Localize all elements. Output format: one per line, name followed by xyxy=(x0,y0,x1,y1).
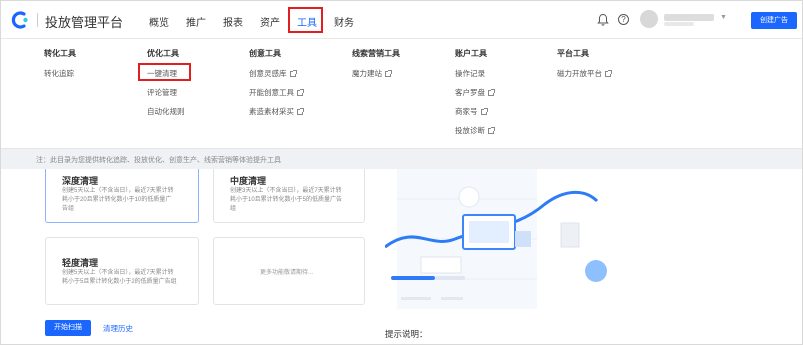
nav-promotion[interactable]: 推广 xyxy=(186,14,206,29)
menu-item-label: 磁力开放平台 xyxy=(557,69,602,78)
external-link-icon xyxy=(297,88,304,96)
brand-divider xyxy=(37,13,38,27)
card-title: 深度清理 xyxy=(62,176,99,186)
menu-item-label: 客户罗盘 xyxy=(455,88,485,97)
external-link-icon xyxy=(297,107,304,115)
menu-item-label: 素造素材采买 xyxy=(249,107,294,116)
card-desc: 创建5天以上（不含当日），最近7天累计转耗小于20且累计转化数小于10的低质量广… xyxy=(62,188,174,212)
column-heading: 创意工具 xyxy=(249,49,281,58)
menu-item-comment-management[interactable]: 评论管理 xyxy=(147,88,185,97)
card-desc: 创建3天以上（不含当日），最近7天累计转耗小于10且累计转化数小于5的低质量广告… xyxy=(230,188,343,212)
card-title: 轻度清理 xyxy=(62,258,99,268)
card-desc: 创建5天以上（不含当日），最近7天累计转耗小于5且累计转化数小于2的低质量广告组 xyxy=(62,270,177,285)
column-heading: 平台工具 xyxy=(557,49,589,58)
tips-heading: 提示说明： xyxy=(385,329,428,339)
external-link-icon xyxy=(480,107,488,115)
menu-item-open-platform[interactable]: 磁力开放平台 xyxy=(557,69,612,78)
menu-item-operation-log[interactable]: 操作记录 xyxy=(455,69,494,78)
start-scan-button[interactable]: 开始扫描 xyxy=(45,320,91,336)
column-heading: 账户工具 xyxy=(455,49,487,58)
menu-item-label: 商家号 xyxy=(455,107,478,116)
menu-item-material-purchase[interactable]: 素造素材采买 xyxy=(249,107,304,116)
avatar[interactable] xyxy=(640,10,658,28)
create-ad-button[interactable]: 创建广告 xyxy=(751,12,797,29)
menu-item-customer-compass[interactable]: 客户罗盘 xyxy=(455,88,495,97)
more-coming-text: 更多功能敬请期待... xyxy=(260,270,314,276)
menu-note: 注：此目录为您提供转化追踪、投放优化、创意生产、线索营销等体验提升工具 xyxy=(36,157,281,164)
menu-item-automation-rules[interactable]: 自动化规则 xyxy=(147,107,185,116)
account-name-redacted[interactable] xyxy=(664,14,714,21)
nav-assets[interactable]: 资产 xyxy=(260,14,280,29)
help-icon[interactable]: ? xyxy=(618,14,629,25)
cleanup-history-link[interactable]: 清理历史 xyxy=(103,323,133,334)
menu-item-creative-inspiration[interactable]: 创意灵感库 xyxy=(249,69,303,78)
menu-item-merchant-account[interactable]: 商家号 xyxy=(455,107,494,116)
menu-item-delivery-diagnosis[interactable]: 投放诊断 xyxy=(455,126,495,135)
card-light-clean[interactable]: 轻度清理 创建5天以上（不含当日），最近7天累计转耗小于5且累计转化数小于2的低… xyxy=(45,237,199,305)
menu-item-label: 评论管理 xyxy=(147,88,177,97)
brand-name: 投放管理平台 xyxy=(45,15,124,30)
menu-item-site-builder[interactable]: 魔力建站 xyxy=(352,69,400,78)
menu-item-label: 自动化规则 xyxy=(147,107,185,116)
menu-column-account: 账户工具 操作记录 客户罗盘 商家号 投放诊断 xyxy=(455,49,495,135)
external-link-icon xyxy=(385,69,392,77)
external-link-icon xyxy=(488,126,495,134)
tools-dropdown: 转化工具 转化追踪 优化工具 一键清理 评论管理 自动化规则 创意工具 创意灵感… xyxy=(1,39,802,148)
chevron-down-icon[interactable]: ▼ xyxy=(720,14,727,21)
menu-item-creative-tool[interactable]: 开能创意工具 xyxy=(249,88,304,97)
menu-column-lead-marketing: 线索营销工具 魔力建站 xyxy=(352,49,400,78)
card-more: 更多功能敬请期待... xyxy=(213,237,365,305)
external-link-icon xyxy=(488,88,495,96)
nav-reports[interactable]: 报表 xyxy=(223,14,243,29)
nav-finance[interactable]: 财务 xyxy=(334,14,354,29)
nav-overview[interactable]: 概览 xyxy=(149,14,169,29)
menu-column-creative: 创意工具 创意灵感库 开能创意工具 素造素材采买 xyxy=(249,49,304,116)
bell-icon[interactable] xyxy=(597,13,609,26)
column-heading: 转化工具 xyxy=(44,49,76,58)
menu-item-label: 投放诊断 xyxy=(455,126,485,135)
external-link-icon xyxy=(605,69,612,77)
card-title: 中度清理 xyxy=(230,176,267,186)
menu-item-conversion-tracking[interactable]: 转化追踪 xyxy=(44,69,76,78)
one-click-cleanup-highlight xyxy=(138,63,191,81)
column-heading: 优化工具 xyxy=(147,49,179,58)
menu-item-label: 开能创意工具 xyxy=(249,88,294,97)
menu-column-conversion: 转化工具 转化追踪 xyxy=(44,49,76,78)
column-heading: 线索营销工具 xyxy=(352,49,400,58)
menu-item-label: 创意灵感库 xyxy=(249,69,287,78)
account-id-redacted xyxy=(664,22,694,26)
external-link-icon xyxy=(289,69,297,77)
menu-item-label: 操作记录 xyxy=(455,69,485,78)
menu-note-bar: 注：此目录为您提供转化追踪、投放优化、创意生产、线索营销等体验提升工具 xyxy=(1,148,802,169)
nav-tools-highlight xyxy=(288,7,323,33)
top-nav: 投放管理平台 概览 推广 报表 资产 工具 财务 ? ▼ 创建广告 xyxy=(1,1,802,39)
app-window: 投放管理平台 概览 推广 报表 资产 工具 财务 ? ▼ 创建广告 深度清理 创… xyxy=(0,0,803,345)
menu-item-label: 魔力建站 xyxy=(352,69,382,78)
menu-column-optimization: 优化工具 一键清理 评论管理 自动化规则 xyxy=(147,49,185,116)
logo-icon[interactable] xyxy=(10,10,30,30)
menu-column-platform: 平台工具 磁力开放平台 xyxy=(557,49,612,78)
cleanup-illustration xyxy=(385,169,607,309)
menu-item-label: 转化追踪 xyxy=(44,69,74,78)
